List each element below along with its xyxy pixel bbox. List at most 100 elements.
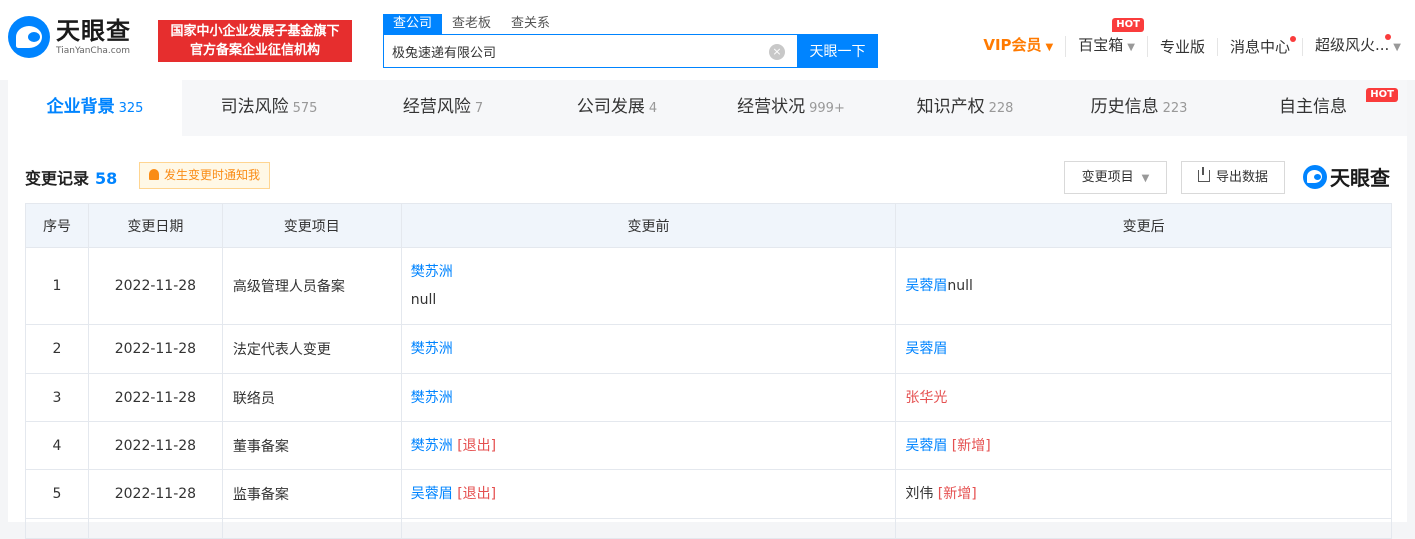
- after-extra: null: [947, 278, 973, 294]
- export-button[interactable]: 导出数据: [1181, 161, 1285, 194]
- messages-link[interactable]: 消息中心: [1218, 35, 1303, 56]
- change-item: 联络员: [221, 373, 402, 422]
- tab-company-development[interactable]: 公司发展 4: [530, 80, 704, 136]
- change-item: 高级管理人员备案: [221, 247, 402, 325]
- tab-company-background[interactable]: 企业背景 325: [8, 80, 182, 136]
- tab-label: 司法风险: [220, 97, 289, 117]
- chevron-down-icon: ▼: [1045, 42, 1054, 53]
- chevron-down-icon: ▼: [1127, 42, 1135, 53]
- user-menu[interactable]: 超级风火... ▼: [1303, 34, 1415, 57]
- column-header: 变更后: [895, 203, 1392, 248]
- baibao-menu[interactable]: HOT 百宝箱 ▼: [1066, 18, 1148, 57]
- row-number: 2: [25, 324, 89, 374]
- gov-badge-line2: 官方备案企业征信机构: [189, 43, 320, 58]
- tab-business-status[interactable]: 经营状况 999+: [704, 80, 878, 136]
- logo-domain: TianYanCha.com: [56, 46, 131, 56]
- logo-eye-icon: [8, 16, 50, 58]
- tab-label: 经营状况: [737, 97, 806, 117]
- tab-count: 228: [988, 101, 1014, 116]
- person-link[interactable]: 樊苏洲: [411, 390, 453, 406]
- person-link[interactable]: 樊苏洲: [411, 264, 453, 280]
- person-link[interactable]: 吴蓉眉: [905, 341, 947, 357]
- person-name: 刘伟: [905, 486, 934, 502]
- notify-label: 发生变更时通知我: [164, 168, 261, 182]
- logo-eye-icon: [1303, 164, 1327, 189]
- row-number: 1: [25, 247, 89, 325]
- table-row: 2 2022-11-28 法定代表人变更 樊苏洲 吴蓉眉: [25, 324, 1392, 374]
- tab-label: 自主信息: [1279, 97, 1347, 117]
- search-type-tabs: 查公司 查老板 查关系: [383, 14, 560, 34]
- tab-self-info[interactable]: 自主信息 HOT: [1226, 80, 1400, 136]
- search-tab-relation[interactable]: 查关系: [501, 14, 560, 34]
- table-row: 4 2022-11-28 董事备案 樊苏洲 [退出] 吴蓉眉 [新增]: [25, 421, 1392, 470]
- search-button[interactable]: 天眼一下: [797, 34, 878, 68]
- tab-count: 7: [474, 101, 484, 116]
- change-item: 董事备案: [221, 421, 402, 470]
- search-tab-company[interactable]: 查公司: [383, 14, 443, 34]
- clear-icon[interactable]: ×: [769, 44, 785, 60]
- notification-dot: [1385, 34, 1391, 40]
- tab-count: 4: [648, 101, 658, 116]
- person-link[interactable]: 吴蓉眉: [905, 278, 947, 294]
- column-header: 变更日期: [87, 203, 223, 248]
- notification-dot: [1289, 35, 1296, 42]
- section-title: 变更记录 58: [25, 165, 117, 189]
- category-tabs: 企业背景 325 司法风险 575 经营风险 7 公司发展 4 经营状况 999+ 知识产…: [8, 80, 1407, 136]
- gov-badge: 国家中小企业发展子基金旗下 官方备案企业征信机构: [158, 20, 352, 62]
- before-cell: 樊苏洲 [退出]: [400, 421, 897, 470]
- brand-watermark-text: 天眼查: [1330, 166, 1390, 190]
- search-box: ×: [383, 34, 798, 68]
- row-number: 3: [25, 373, 89, 422]
- search-input[interactable]: [384, 35, 764, 67]
- hot-badge: HOT: [1366, 88, 1398, 102]
- notify-button[interactable]: 发生变更时通知我: [139, 162, 271, 189]
- tab-history[interactable]: 历史信息 223: [1052, 80, 1226, 136]
- tab-business-risk[interactable]: 经营风险 7: [356, 80, 530, 136]
- person-link[interactable]: 吴蓉眉: [411, 486, 453, 502]
- change-record-table: 序号 变更日期 变更项目 变更前 变更后 1 2022-11-28 高级管理人员…: [25, 203, 1392, 539]
- change-date: 2022-11-28: [87, 469, 223, 519]
- column-header: 变更项目: [221, 203, 402, 248]
- baibao-label: 百宝箱: [1078, 36, 1124, 54]
- change-item: 法定代表人变更: [221, 324, 402, 374]
- row-number: 4: [25, 421, 89, 470]
- pro-link[interactable]: 专业版: [1148, 37, 1218, 56]
- main-content: 企业背景 325 司法风险 575 经营风险 7 公司发展 4 经营状况 999+ 知识产…: [8, 80, 1407, 539]
- user-name: 超级风火...: [1314, 36, 1390, 54]
- new-tag: [新增]: [937, 486, 977, 502]
- tab-legal-risk[interactable]: 司法风险 575: [182, 80, 356, 136]
- person-link[interactable]: 樊苏洲: [411, 341, 453, 357]
- top-nav: VIP会员 ▼ HOT 百宝箱 ▼ 专业版 消息中心 超级风火... ▼: [971, 18, 1415, 57]
- before-cell: 樊苏洲: [400, 373, 897, 422]
- hot-badge: HOT: [1112, 18, 1144, 32]
- tab-intellectual-property[interactable]: 知识产权 228: [878, 80, 1052, 136]
- table-row: 1 2022-11-28 高级管理人员备案 樊苏洲 null 吴蓉眉null: [25, 247, 1392, 325]
- change-date: 2022-11-28: [87, 247, 223, 325]
- change-item-filter[interactable]: 变更项目 ▼: [1064, 161, 1167, 194]
- column-header: 序号: [25, 203, 89, 248]
- tab-label: 企业背景: [46, 97, 115, 117]
- table-row: 3 2022-11-28 联络员 樊苏洲 张华光: [25, 373, 1392, 422]
- before-cell: 吴蓉眉 [退出]: [400, 469, 897, 519]
- person-link[interactable]: 樊苏洲: [411, 438, 453, 454]
- search-tab-boss[interactable]: 查老板: [442, 14, 501, 34]
- after-cell: 吴蓉眉: [895, 324, 1392, 374]
- download-icon: [1197, 167, 1210, 182]
- table-header-row: 序号 变更日期 变更项目 变更前 变更后: [25, 203, 1392, 248]
- column-header: 变更前: [400, 203, 897, 248]
- vip-menu[interactable]: VIP会员 ▼: [971, 36, 1067, 57]
- row-number: 5: [25, 469, 89, 519]
- person-link[interactable]: 吴蓉眉: [905, 438, 947, 454]
- site-logo[interactable]: 天眼查 TianYanCha.com: [8, 16, 131, 58]
- messages-label: 消息中心: [1229, 37, 1290, 56]
- tab-label: 知识产权: [916, 97, 985, 117]
- export-label: 导出数据: [1215, 170, 1268, 185]
- pro-label: 专业版: [1159, 37, 1205, 56]
- exit-tag: [退出]: [457, 486, 497, 502]
- after-cell: 吴蓉眉null: [895, 247, 1392, 325]
- table-row: 5 2022-11-28 监事备案 吴蓉眉 [退出] 刘伟 [新增]: [25, 469, 1392, 519]
- tab-label: 经营风险: [402, 97, 471, 117]
- new-tag: [新增]: [951, 437, 991, 454]
- exit-tag: [退出]: [457, 437, 497, 454]
- before-cell: 樊苏洲 null: [400, 247, 897, 325]
